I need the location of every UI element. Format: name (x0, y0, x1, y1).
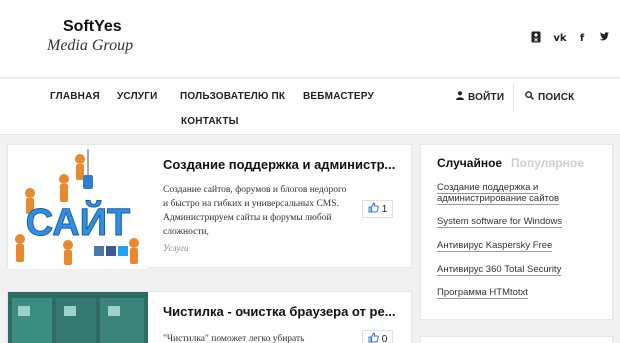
thumbs-up-icon (368, 332, 379, 343)
site-header: SoftYes Media Group vk f (0, 0, 620, 78)
sidebar-link[interactable]: System software for Windows (437, 216, 602, 228)
nav-item-home[interactable]: ГЛАВНАЯ (50, 91, 100, 102)
article-thumbnail[interactable]: САЙТ (8, 145, 148, 269)
sidebar-link-text: System software for Windows (437, 216, 563, 228)
thumb-word: САЙТ (26, 199, 130, 244)
article-category[interactable]: Услуги (163, 243, 188, 253)
article-excerpt: "Чистилка" поможет легко убирать (163, 334, 305, 343)
sidebar-widget-2 (420, 336, 613, 343)
like-count: 1 (381, 203, 388, 215)
nav-divider (513, 83, 514, 111)
like-button[interactable]: 1 (362, 200, 393, 218)
vk-icon[interactable]: vk (551, 31, 569, 47)
nav-item-pc-user[interactable]: ПОЛЬЗОВАТЕЛЮ ПК (180, 91, 285, 102)
nav-item-webmaster[interactable]: ВЕБМАСТЕРУ (303, 91, 374, 102)
brand-subtitle[interactable]: Media Group (47, 37, 133, 55)
sidebar-link[interactable]: Создание поддержка и администрирование с… (437, 182, 602, 205)
article-title[interactable]: Чистилка - очистка браузера от ре... (163, 304, 403, 319)
nav-item-services[interactable]: УСЛУГИ (117, 91, 158, 102)
facebook-icon[interactable]: f (573, 31, 591, 47)
sidebar-link-text: Создание поддержка и администрирование с… (437, 182, 560, 205)
odnoklassniki-icon[interactable] (527, 31, 545, 47)
article-card: Чистилка - очистка браузера от ре... "Чи… (7, 291, 412, 343)
user-icon (456, 91, 464, 103)
twitter-icon[interactable] (595, 31, 613, 47)
login-label: ВОЙТИ (468, 92, 505, 103)
nav-item-contacts[interactable]: КОНТАКТЫ (181, 116, 239, 127)
search-button[interactable]: ПОИСК (525, 91, 574, 103)
search-label: ПОИСК (538, 92, 575, 103)
sidebar-widget: Случайное Популярное Создание поддержка … (420, 144, 613, 320)
like-button[interactable]: 0 (362, 330, 393, 343)
login-button[interactable]: ВОЙТИ (456, 91, 504, 103)
article-card: САЙТ Создание поддержка и администр... С… (7, 144, 412, 269)
brand-name[interactable]: SoftYes (63, 18, 122, 36)
thumbs-up-icon (368, 202, 379, 216)
article-title[interactable]: Создание поддержка и администр... (163, 157, 403, 172)
sidebar-link[interactable]: Антивирус Kaspersky Free (437, 240, 602, 252)
sidebar-link-text: Антивирус 360 Total Security (437, 264, 562, 276)
sidebar-link[interactable]: Программа HTMtotxt (437, 287, 602, 299)
tab-popular[interactable]: Популярное (511, 156, 584, 170)
sidebar-link-text: Программа HTMtotxt (437, 287, 528, 299)
article-thumbnail[interactable] (8, 292, 148, 343)
like-count: 0 (381, 333, 388, 343)
tab-random[interactable]: Случайное (437, 156, 502, 170)
article-excerpt: Создание сайтов, форумов и блогов недоро… (163, 185, 347, 237)
search-icon (525, 91, 534, 103)
sidebar-link[interactable]: Антивирус 360 Total Security (437, 264, 602, 276)
sidebar-link-text: Антивирус Kaspersky Free (437, 240, 553, 252)
main-nav: ГЛАВНАЯ УСЛУГИ ПОЛЬЗОВАТЕЛЮ ПК ВЕБМАСТЕР… (0, 79, 620, 135)
